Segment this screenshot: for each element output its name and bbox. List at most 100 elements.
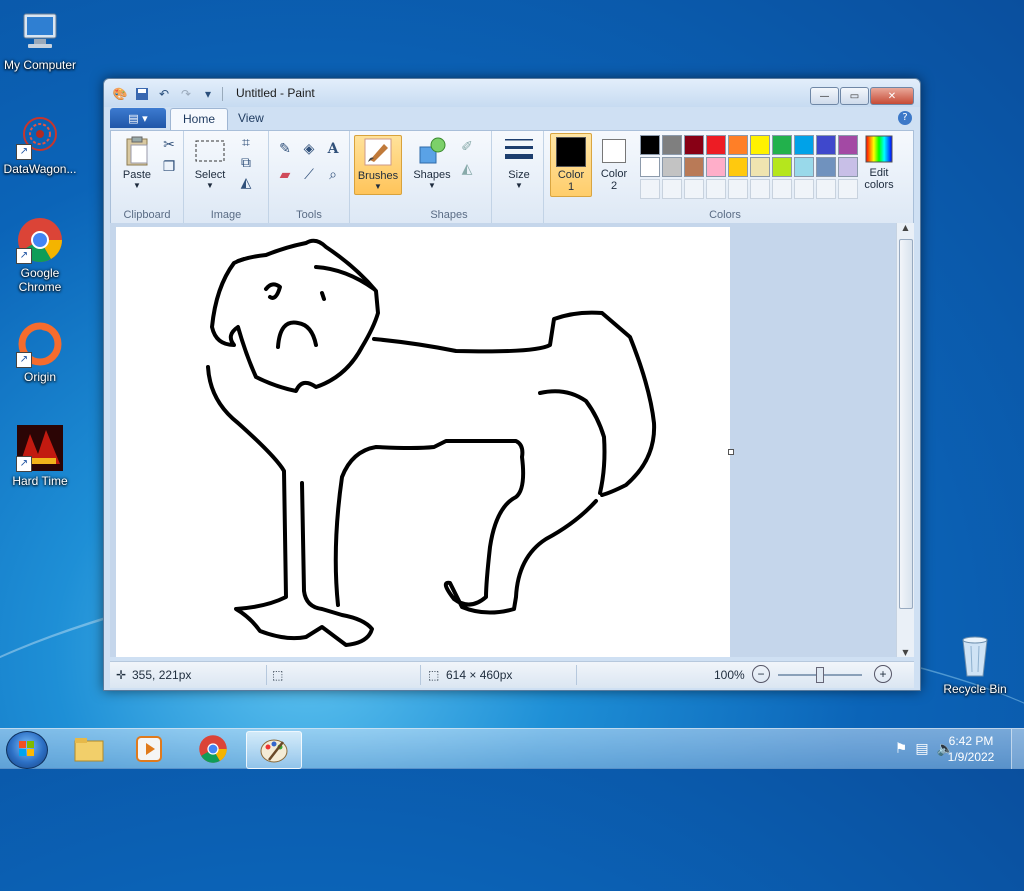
tab-view[interactable]: View [226,108,276,129]
palette-swatch-empty[interactable] [816,179,836,199]
palette-swatch[interactable] [750,135,770,155]
palette-swatch-empty[interactable] [728,179,748,199]
zoom-out-button[interactable]: − [752,665,770,683]
scroll-thumb[interactable] [899,239,913,609]
taskbar-paint[interactable] [246,731,302,769]
zoom-in-button[interactable]: + [874,665,892,683]
palette-swatch-empty[interactable] [640,179,660,199]
palette-swatch[interactable] [684,157,704,177]
palette-swatch-empty[interactable] [794,179,814,199]
palette-swatch[interactable] [662,157,682,177]
show-desktop-button[interactable] [1011,729,1024,769]
maximize-button[interactable]: ▭ [840,87,869,105]
eraser-icon[interactable]: ▰ [275,165,295,185]
palette-swatch[interactable] [706,157,726,177]
desktop-icon-my-computer[interactable]: My Computer [0,8,80,72]
minimize-button[interactable]: — [810,87,839,105]
taskbar-chrome[interactable] [186,731,240,767]
vertical-scrollbar[interactable]: ▲ ▼ [896,223,914,657]
palette-swatch-empty[interactable] [662,179,682,199]
drawing-canvas[interactable] [116,227,730,657]
start-button[interactable] [6,731,48,769]
save-icon[interactable] [134,86,150,102]
palette-swatch[interactable] [750,157,770,177]
zoom-slider-thumb[interactable] [816,667,824,683]
redo-icon[interactable]: ↷ [178,86,194,102]
palette-swatch-empty[interactable] [838,179,858,199]
resize-handle[interactable] [728,449,734,455]
resize-icon[interactable]: ⧉ [236,153,256,173]
palette-swatch[interactable] [640,157,660,177]
close-button[interactable]: ✕ [870,87,914,105]
copy-icon[interactable]: ❐ [159,157,179,177]
palette-swatch[interactable] [772,157,792,177]
palette-swatch-empty[interactable] [772,179,792,199]
ribbon: Paste ▼ ✂ ❐ Clipboard Select ▼ ⌗ ⧉ ◭ Ima… [110,130,914,224]
palette-swatch[interactable] [838,135,858,155]
action-center-icon[interactable]: ⚑ [895,741,908,757]
network-icon[interactable]: ▤ [915,741,928,757]
scroll-up-icon[interactable]: ▲ [897,223,914,232]
magnifier-icon[interactable]: ⌕ [323,165,343,185]
palette-swatch[interactable] [706,135,726,155]
palette-swatch[interactable] [640,135,660,155]
brushes-button[interactable]: Brushes ▼ [354,135,402,195]
text-icon[interactable]: A [323,139,343,159]
palette-swatch[interactable] [728,157,748,177]
divider [420,665,421,685]
palette-swatch[interactable] [838,157,858,177]
datawagon-icon: ↗ [16,112,64,160]
pencil-icon[interactable]: ✎ [275,139,295,159]
help-icon[interactable]: ? [898,111,912,125]
palette-swatch[interactable] [662,135,682,155]
paste-button[interactable]: Paste ▼ [117,135,157,190]
palette-swatch[interactable] [728,135,748,155]
customize-dropdown-icon[interactable]: ▾ [200,86,216,102]
taskbar-explorer[interactable] [62,731,116,767]
desktop-icon-origin[interactable]: ↗ Origin [0,320,80,384]
desktop-icon-datawagon[interactable]: ↗ DataWagon... [0,112,80,176]
undo-icon[interactable]: ↶ [156,86,172,102]
cursor-position: 355, 221px [132,668,192,682]
crop-icon[interactable]: ⌗ [236,133,256,153]
outline-icon[interactable]: ✐ [457,137,477,157]
clock[interactable]: 6:42 PM 1/9/2022 [936,733,1006,765]
color-picker-icon[interactable]: ⟋ [299,165,319,185]
desktop-icon-google-chrome[interactable]: ↗ Google Chrome [0,216,80,294]
rotate-icon[interactable]: ◭ [236,173,256,193]
canvas-size-icon: ⬚ [428,668,440,682]
shortcut-arrow-icon: ↗ [16,456,32,472]
palette-swatch[interactable] [794,157,814,177]
palette-swatch-empty[interactable] [750,179,770,199]
palette-swatch[interactable] [816,135,836,155]
title-bar[interactable]: 🎨 ↶ ↷ ▾ Untitled - Paint — ▭ ✕ [104,79,920,107]
palette-swatch[interactable] [684,135,704,155]
palette-swatch[interactable] [794,135,814,155]
hard-time-icon: ↗ [16,424,64,472]
cut-icon[interactable]: ✂ [159,135,179,155]
brush-icon [362,136,394,168]
window-title: Untitled - Paint [236,86,315,100]
palette-swatch[interactable] [772,135,792,155]
desktop-icon-recycle-bin[interactable]: Recycle Bin [935,632,1015,696]
fill-icon[interactable]: ◈ [299,139,319,159]
palette-swatch-empty[interactable] [706,179,726,199]
palette-swatch-empty[interactable] [684,179,704,199]
color2-button[interactable]: Color 2 [594,133,634,192]
color1-button[interactable]: Color 1 [550,133,592,197]
tab-home[interactable]: Home [170,108,229,130]
desktop-icon-hard-time[interactable]: ↗ Hard Time [0,424,80,488]
cursor-position-icon: ✛ [116,668,127,682]
taskbar-media-player[interactable] [122,731,176,767]
select-button[interactable]: Select ▼ [190,135,230,190]
shapes-icon [416,135,448,167]
edit-colors-button[interactable]: Edit colors [856,133,902,191]
paint-app-icon[interactable]: 🎨 [112,86,128,102]
file-menu-button[interactable]: ▤ ▾ [110,108,166,128]
scroll-down-icon[interactable]: ▼ [897,648,914,657]
shapes-button[interactable]: Shapes ▼ [411,135,453,190]
size-button[interactable]: Size ▼ [499,135,539,190]
palette-swatch[interactable] [816,157,836,177]
fill-style-icon[interactable]: ◭ [457,159,477,179]
image-group: Select ▼ ⌗ ⧉ ◭ Image [184,131,269,223]
